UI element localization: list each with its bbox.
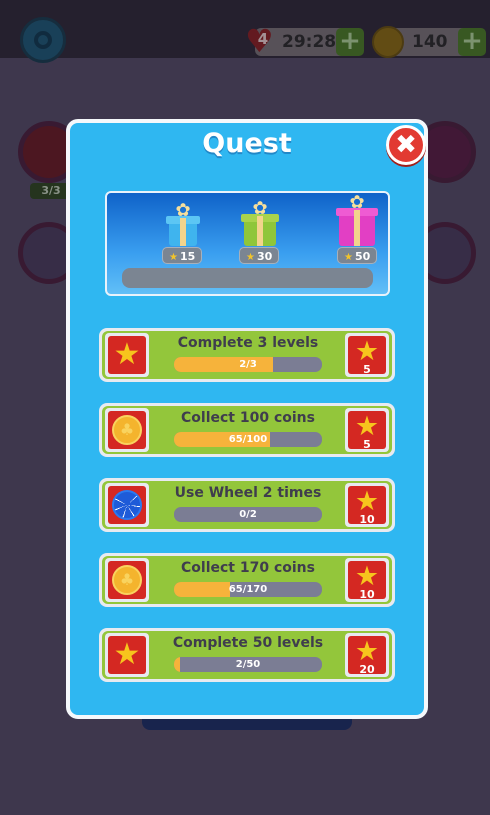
quest-row: ♣ Collect 100 coins 65/100 ★ 5: [99, 403, 395, 457]
quest-title: Collect 100 coins: [181, 410, 315, 426]
chest-badge: ★ 30: [239, 247, 279, 264]
close-button[interactable]: ✖: [386, 125, 426, 165]
quest-row: ★ Complete 3 levels 2/3 ★ 5: [99, 328, 395, 382]
reward-amount: 10: [359, 513, 375, 526]
quest-progress-bar: 0/2: [174, 507, 322, 522]
quest-title: Collect 170 coins: [181, 560, 315, 576]
star-icon: ★: [113, 637, 141, 672]
quest-progress-label: 65/100: [228, 434, 268, 445]
wheel-icon: [112, 490, 142, 520]
quest-progress-bar: 2/3: [174, 357, 322, 372]
quest-progress-label: 2/3: [239, 359, 257, 370]
reward-amount: 5: [363, 363, 371, 376]
gift-icon[interactable]: ✿: [241, 200, 279, 246]
chest-stars: 50: [354, 250, 371, 263]
quest-row: ★ Complete 50 levels 2/50 ★ 20: [99, 628, 395, 682]
quest-progress-bar: 65/100: [174, 432, 322, 447]
gift-icon[interactable]: ✿: [166, 202, 200, 246]
quest-row: Use Wheel 2 times 0/2 ★ 10: [99, 478, 395, 532]
quest-title: Complete 50 levels: [172, 635, 324, 651]
panel-title: Quest: [202, 128, 292, 159]
star-icon: ★: [113, 337, 141, 372]
coin-icon: ♣: [112, 415, 142, 445]
star-icon: ★: [344, 252, 353, 263]
reward-amount: 20: [359, 663, 375, 676]
coin-icon: ♣: [112, 565, 142, 595]
chest-badge: ★ 15: [162, 247, 202, 264]
quest-reward[interactable]: ★ 10: [345, 558, 389, 602]
close-icon: ✖: [395, 130, 417, 160]
chest-stars: 15: [179, 250, 196, 263]
quest-reward[interactable]: ★ 5: [345, 333, 389, 377]
chest-badge: ★ 50: [337, 247, 377, 264]
chest-stars: 30: [256, 250, 273, 263]
quest-progress-label: 65/170: [228, 584, 268, 595]
quest-reward[interactable]: ★ 10: [345, 483, 389, 527]
quest-progress-label: 0/2: [239, 509, 257, 520]
quest-reward[interactable]: ★ 20: [345, 633, 389, 677]
reward-amount: 10: [359, 588, 375, 601]
chest-progress-bar: [122, 268, 373, 288]
star-icon: ★: [246, 252, 255, 263]
quest-row: ♣ Collect 170 coins 65/170 ★ 10: [99, 553, 395, 607]
quest-progress-label: 2/50: [235, 659, 261, 670]
quest-progress-bar: 65/170: [174, 582, 322, 597]
gift-icon[interactable]: ✿: [336, 194, 378, 246]
quest-title: Use Wheel 2 times: [174, 485, 322, 501]
star-icon: ★: [169, 252, 178, 263]
quest-title: Complete 3 levels: [177, 335, 319, 351]
reward-amount: 5: [363, 438, 371, 451]
quest-progress-bar: 2/50: [174, 657, 322, 672]
quest-reward[interactable]: ★ 5: [345, 408, 389, 452]
